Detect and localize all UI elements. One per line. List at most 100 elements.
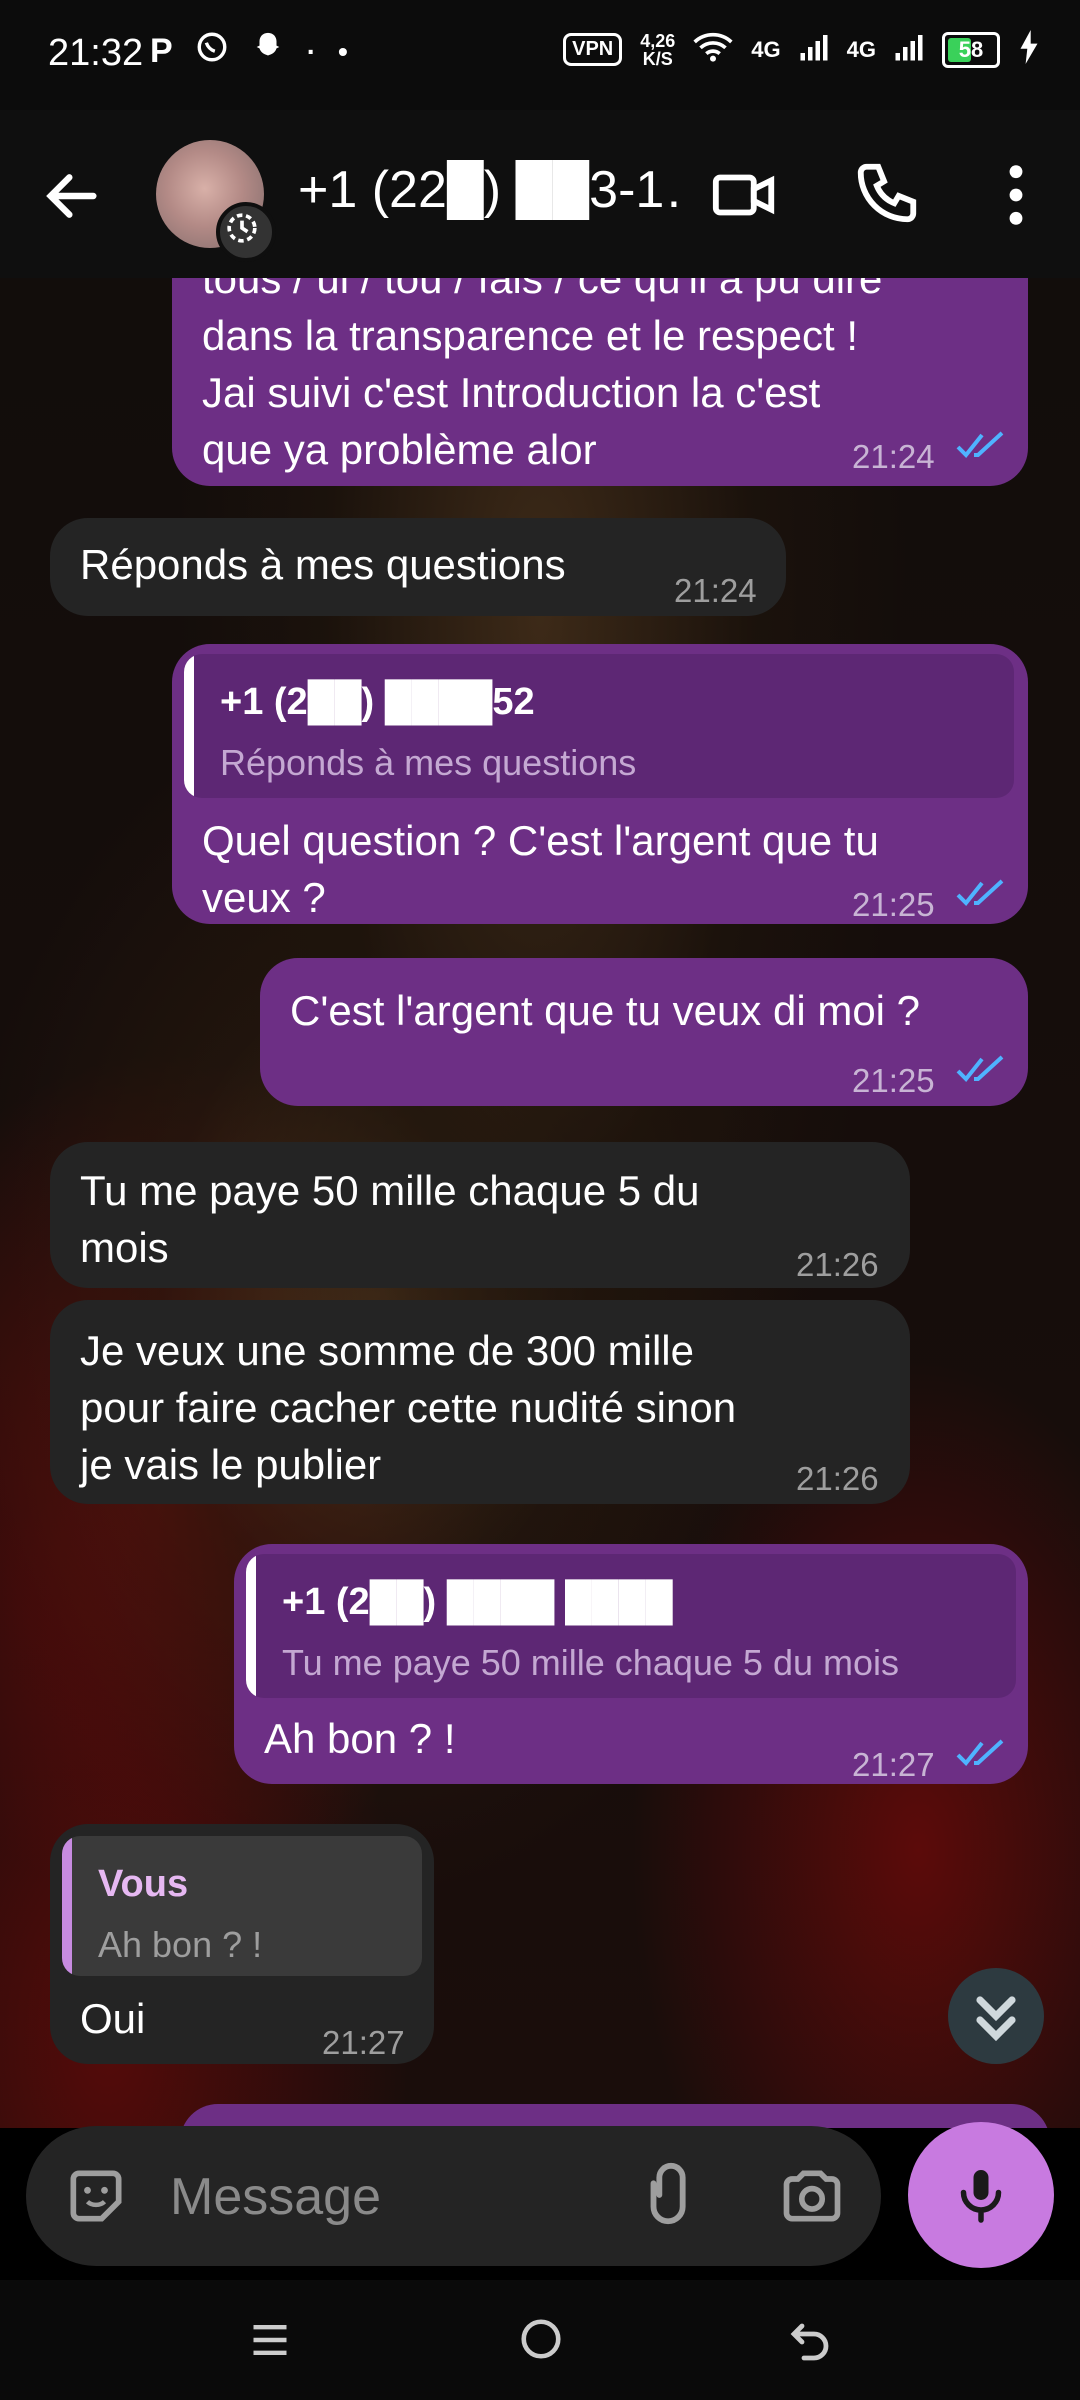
message-bubble-incoming[interactable]: Tu me paye 50 mille chaque 5 du mois 21:… <box>50 1142 910 1288</box>
video-camera-icon <box>712 174 775 216</box>
home-circle-icon <box>521 2319 561 2359</box>
message-bubble-incoming[interactable]: Réponds à mes questions 21:24 <box>50 518 786 616</box>
home-button[interactable] <box>518 2316 564 2367</box>
message-line: Ah bon ? ! <box>264 1715 456 1762</box>
voice-call-button[interactable] <box>852 158 922 233</box>
message-bubble-incoming[interactable]: Vous Ah bon ? ! Oui 21:27 <box>50 1824 434 2064</box>
read-ticks-icon <box>956 1739 1004 1766</box>
double-chevron-down-icon <box>976 1996 1016 2042</box>
message-time: 21:24 <box>852 438 935 475</box>
dot-icon: · <box>306 35 317 67</box>
voice-message-button[interactable] <box>908 2122 1054 2268</box>
quote-author: +1 (2██) ████52 <box>220 681 535 723</box>
charging-icon <box>1018 30 1040 69</box>
battery-percent: 58 <box>958 36 984 62</box>
quote-text: Tu me paye 50 mille chaque 5 du mois <box>282 1642 899 1683</box>
system-back-button[interactable] <box>786 2316 834 2369</box>
message-line: tous / ui / tou / fais / ce qu'il a pu d… <box>202 278 883 302</box>
message-bubble-outgoing[interactable]: +1 (2██) ████ ████ Tu me paye 50 mille c… <box>234 1544 1028 1784</box>
message-time: 21:25 <box>852 886 935 923</box>
quote-text: Ah bon ? ! <box>98 1924 263 1965</box>
message-text: Je veux une somme de 300 mille pour fair… <box>80 1322 736 1493</box>
message-line: que ya problème alor <box>202 426 597 473</box>
back-gesture-icon <box>790 2323 829 2361</box>
camera-icon <box>783 2170 841 2222</box>
disappearing-timer-icon <box>216 202 276 262</box>
message-line: pour faire cacher cette nudité sinon <box>80 1384 737 1431</box>
message-time: 21:27 <box>852 1746 935 1783</box>
quote-author: Vous <box>98 1863 189 1905</box>
read-ticks-icon <box>956 1055 1004 1082</box>
paperclip-icon <box>650 2163 686 2225</box>
quote-bar <box>62 1836 72 1976</box>
scroll-to-bottom-button[interactable] <box>948 1968 1044 2064</box>
message-line: Oui <box>80 1995 146 2042</box>
more-vertical-icon <box>1009 165 1023 225</box>
network-type-1: 4G <box>751 36 781 62</box>
message-text: Oui <box>80 1990 145 2047</box>
camera-button[interactable] <box>778 2162 846 2235</box>
phone-icon <box>857 163 917 223</box>
whatsapp-icon <box>195 30 229 73</box>
speed-unit: K/S <box>642 48 673 69</box>
status-bar: 21:32 P · • VPN 4,26 K/S 4G 4G 58 <box>0 0 1080 110</box>
message-composer <box>26 2126 881 2266</box>
read-ticks-icon <box>956 879 1004 906</box>
message-text: Réponds à mes questions <box>80 536 566 593</box>
chat-area[interactable]: tous / ui / tou / fais / ce qu'il a pu d… <box>0 278 1080 2128</box>
message-line: Je veux une somme de 300 mille <box>80 1327 694 1374</box>
quote-bar <box>246 1554 256 1698</box>
video-call-button[interactable] <box>710 160 780 235</box>
message-bubble-outgoing[interactable] <box>180 2104 1050 2128</box>
message-line: Réponds à mes questions <box>80 541 566 588</box>
reply-quote[interactable]: Vous Ah bon ? ! <box>62 1836 422 1976</box>
microphone-icon <box>960 2170 1002 2223</box>
message-time: 21:24 <box>674 572 757 609</box>
network-speed: 4,26 K/S <box>640 32 675 68</box>
reply-quote[interactable]: +1 (2██) ████52 Réponds à mes questions <box>184 654 1014 798</box>
signal-icon <box>799 31 829 68</box>
message-text: Tu me paye 50 mille chaque 5 du mois <box>80 1162 699 1276</box>
vpn-badge: VPN <box>563 33 623 66</box>
message-line: dans la transparence et le respect ! <box>202 312 859 359</box>
message-bubble-outgoing[interactable]: tous / ui / tou / fais / ce qu'il a pu d… <box>172 278 1028 486</box>
attach-button[interactable] <box>636 2160 706 2235</box>
more-options-button[interactable] <box>996 160 1036 235</box>
back-arrow-icon <box>46 174 97 218</box>
message-line: veux ? <box>202 874 326 921</box>
message-input[interactable] <box>168 2156 602 2238</box>
message-line: je vais le publier <box>80 1441 382 1488</box>
network-type-2: 4G <box>846 36 876 62</box>
contact-name[interactable]: +1 (22█) ██3-1… <box>298 160 678 220</box>
message-text: Quel question ? C'est l'argent que tu ve… <box>202 812 879 926</box>
message-bubble-incoming[interactable]: Je veux une somme de 300 mille pour fair… <box>50 1300 910 1504</box>
message-line: Tu me paye 50 mille chaque 5 du <box>80 1167 700 1214</box>
message-time: 21:26 <box>796 1460 879 1497</box>
menu-icon <box>253 2324 287 2356</box>
message-text: C'est l'argent que tu veux di moi ? <box>290 982 920 1039</box>
message-bubble-outgoing[interactable]: +1 (2██) ████52 Réponds à mes questions … <box>172 644 1028 924</box>
sticker-button[interactable] <box>62 2162 130 2235</box>
message-text: tous / ui / tou / fais / ce qu'il a pu d… <box>202 278 882 478</box>
message-time: 21:26 <box>796 1246 879 1283</box>
recent-apps-button[interactable] <box>248 2316 292 2369</box>
battery-icon: 58 <box>942 31 1000 68</box>
sticker-icon <box>70 2170 122 2222</box>
message-line: Quel question ? C'est l'argent que tu <box>202 817 879 864</box>
back-button[interactable] <box>40 164 104 228</box>
quote-text: Réponds à mes questions <box>220 742 637 783</box>
message-bubble-outgoing[interactable]: C'est l'argent que tu veux di moi ? 21:2… <box>260 958 1028 1106</box>
parking-icon: P <box>150 32 173 70</box>
message-text: Ah bon ? ! <box>264 1710 455 1767</box>
wifi-icon <box>693 31 733 68</box>
system-navigation-bar <box>0 2280 1080 2400</box>
signal-icon <box>894 31 924 68</box>
quote-author: +1 (2██) ████ ████ <box>282 1581 673 1623</box>
status-time: 21:32 <box>48 32 144 74</box>
read-ticks-icon <box>956 431 1004 458</box>
reply-quote[interactable]: +1 (2██) ████ ████ Tu me paye 50 mille c… <box>246 1554 1016 1698</box>
quote-bar <box>184 654 194 798</box>
message-line: mois <box>80 1224 169 1271</box>
message-time: 21:27 <box>322 2024 405 2061</box>
snapchat-icon <box>251 30 285 73</box>
